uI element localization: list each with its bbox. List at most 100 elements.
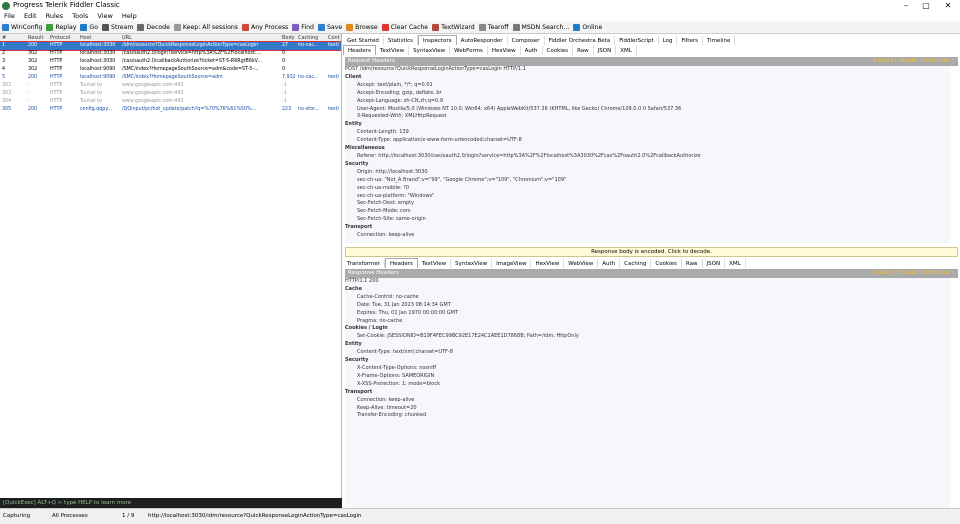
- maximize-button[interactable]: ▢: [916, 0, 936, 11]
- header-item[interactable]: Pragma: no-cache: [345, 318, 950, 326]
- header-item[interactable]: sec-ch-ua-platform: "Windows": [345, 193, 950, 201]
- response-raw-links[interactable]: [ Raw ] [ Header Definitions ]: [874, 269, 954, 278]
- menu-help[interactable]: Help: [122, 12, 137, 20]
- header-item[interactable]: Content-Type: application/x-www-form-url…: [345, 137, 950, 145]
- tab-textview[interactable]: TextView: [418, 259, 452, 268]
- request-raw-link[interactable]: [ Raw ]: [874, 58, 893, 64]
- tab-raw[interactable]: Raw: [682, 259, 703, 268]
- tab-headers[interactable]: Headers: [343, 45, 376, 55]
- response-raw-link[interactable]: [ Raw ]: [874, 270, 893, 276]
- session-row[interactable]: 305 200 HTTP config.qqpy... /QQinput/pc/hot_…: [0, 106, 341, 114]
- tab-autoresponder[interactable]: AutoResponder: [457, 36, 508, 45]
- column-header[interactable]: Host: [80, 34, 120, 42]
- header-item[interactable]: X-XSS-Protection: 1; mode=block: [345, 381, 950, 389]
- header-item[interactable]: sec-ch-ua-mobile: ?0: [345, 185, 950, 193]
- tab-raw[interactable]: Raw: [573, 46, 594, 55]
- session-row[interactable]: 303 - HTTP Tunnel to www.googleapis.com:443 -…: [0, 90, 341, 98]
- tab-cookies[interactable]: Cookies: [543, 46, 574, 55]
- tab-fiddlerscript[interactable]: FiddlerScript: [615, 36, 659, 45]
- menu-view[interactable]: View: [97, 12, 112, 20]
- toolbar-replaybutton[interactable]: Replay: [46, 21, 76, 33]
- header-item[interactable]: X-Requested-With: XMLHttpRequest: [345, 113, 950, 121]
- header-item[interactable]: Sec-Fetch-Mode: cors: [345, 208, 950, 216]
- header-item[interactable]: Keep-Alive: timeout=20: [345, 405, 950, 413]
- column-header[interactable]: #: [2, 34, 18, 42]
- close-button[interactable]: ✕: [938, 0, 958, 11]
- toolbar-clear-cachebutton[interactable]: Clear Cache: [381, 21, 428, 33]
- header-item[interactable]: Accept-Encoding: gzip, deflate, br: [345, 90, 950, 98]
- header-item[interactable]: User-Agent: Mozilla/5.0 (Windows NT 10.0…: [345, 106, 950, 114]
- session-row[interactable]: 1 200 HTTP localhost:3030/idm/resource?Quic…: [0, 41, 341, 51]
- toolbar-browsebutton[interactable]: Browse: [346, 21, 378, 33]
- toolbar-findbutton[interactable]: Find: [292, 21, 314, 33]
- column-header[interactable]: Protocol: [50, 34, 76, 42]
- column-header[interactable]: Caching: [298, 34, 326, 42]
- tab-webforms[interactable]: WebForms: [450, 46, 488, 55]
- header-item[interactable]: Connection: keep-alive: [345, 397, 950, 405]
- tab-json[interactable]: JSON: [594, 46, 617, 55]
- header-item[interactable]: Expires: Thu, 01 Jan 1970 00:00:00 GMT: [345, 310, 950, 318]
- process-filter[interactable]: All Processes: [52, 509, 88, 523]
- column-header[interactable]: Result: [28, 34, 46, 42]
- tab-filters[interactable]: Filters: [677, 36, 703, 45]
- tab-log[interactable]: Log: [659, 36, 678, 45]
- header-item[interactable]: Date: Tue, 31 Jan 2023 08:14:34 GMT: [345, 302, 950, 310]
- tab-imageview[interactable]: ImageView: [492, 259, 532, 268]
- toolbar-msdn-search-button[interactable]: MSDN Search...: [512, 21, 569, 33]
- column-header[interactable]: Body: [282, 34, 296, 42]
- tab-xml[interactable]: XML: [725, 259, 746, 268]
- tab-timeline[interactable]: Timeline: [703, 36, 736, 45]
- tab-inspectors[interactable]: Inspectors: [418, 35, 457, 45]
- header-item[interactable]: X-Content-Type-Options: nosniff: [345, 365, 950, 373]
- toolbar-keep-all-sessionsbutton[interactable]: Keep: All sessions: [173, 21, 238, 33]
- toolbar-any-processbutton[interactable]: Any Process: [242, 21, 288, 33]
- header-item[interactable]: Set-Cookie: JSESSIONID=B19F4FEC99BC92E17…: [345, 333, 950, 341]
- toolbar-gobutton[interactable]: Go: [80, 21, 98, 33]
- column-header[interactable]: URL: [122, 34, 277, 42]
- menu-tools[interactable]: Tools: [72, 12, 88, 20]
- header-item[interactable]: Transfer-Encoding: chunked: [345, 412, 950, 420]
- tab-cookies[interactable]: Cookies: [651, 259, 682, 268]
- header-item[interactable]: Origin: http://localhost:3030: [345, 169, 950, 177]
- request-defs-link[interactable]: [ Header Definitions ]: [895, 58, 954, 64]
- header-item[interactable]: Content-Type: text/xml;charset=UTF-8: [345, 349, 950, 357]
- header-item[interactable]: Sec-Fetch-Site: same-origin: [345, 216, 950, 224]
- session-row[interactable]: 2 302 HTTP localhost:3030/cas/oauth2.0/logi…: [0, 50, 341, 58]
- toolbar-decodebutton[interactable]: Decode: [137, 21, 170, 33]
- tab-json[interactable]: JSON: [703, 259, 726, 268]
- header-item[interactable]: Accept: text/plain, */*; q=0.01: [345, 82, 950, 90]
- minimize-button[interactable]: –: [896, 0, 916, 11]
- toolbar-winconfigbutton[interactable]: WinConfig: [2, 21, 42, 33]
- tab-transformer[interactable]: Transformer: [343, 259, 386, 268]
- toolbar-savebutton[interactable]: Save: [317, 21, 342, 33]
- tab-statistics[interactable]: Statistics: [384, 36, 419, 45]
- tab-xml[interactable]: XML: [616, 46, 637, 55]
- menu-rules[interactable]: Rules: [46, 12, 64, 20]
- menu-edit[interactable]: Edit: [24, 12, 37, 20]
- tab-auth[interactable]: Auth: [598, 259, 621, 268]
- session-row[interactable]: 4 302 HTTP localhost:9090/SMC/index?Homepag…: [0, 66, 341, 74]
- tab-textview[interactable]: TextView: [376, 46, 410, 55]
- toolbar-textwizardbutton[interactable]: TextWizard: [432, 21, 475, 33]
- tab-headers[interactable]: Headers: [385, 258, 418, 268]
- tab-auth[interactable]: Auth: [521, 46, 543, 55]
- header-item[interactable]: sec-ch-ua: "Not_A Brand";v="99", "Google…: [345, 177, 950, 185]
- tab-syntaxview[interactable]: SyntaxView: [409, 46, 451, 55]
- header-item[interactable]: Cache-Control: no-cache: [345, 294, 950, 302]
- tab-hexview[interactable]: HexView: [488, 46, 521, 55]
- tab-caching[interactable]: Caching: [620, 259, 652, 268]
- toolbar-streambutton[interactable]: Stream: [102, 21, 133, 33]
- column-header[interactable]: Cont: [328, 34, 341, 42]
- session-row[interactable]: 304 - HTTP Tunnel to www.googleapis.com:443 -…: [0, 98, 341, 106]
- session-row[interactable]: 302 - HTTP Tunnel to www.googleapis.com:443 -…: [0, 82, 341, 90]
- tab-syntaxview[interactable]: SyntaxView: [451, 259, 493, 268]
- request-raw-links[interactable]: [ Raw ] [ Header Definitions ]: [874, 57, 954, 66]
- tab-get-started[interactable]: Get Started: [343, 36, 384, 45]
- tab-fiddler-orchestra-beta[interactable]: Fiddler Orchestra Beta: [545, 36, 616, 45]
- header-item[interactable]: Referer: http://localhost:3030/cas/oauth…: [345, 153, 950, 161]
- header-item[interactable]: Connection: keep-alive: [345, 232, 950, 240]
- decode-notice[interactable]: Response body is encoded. Click to decod…: [345, 247, 958, 257]
- session-row[interactable]: 3 302 HTTP localhost:3030/cas/oauth2.0/call…: [0, 58, 341, 66]
- toolbar-tearoffbutton[interactable]: Tearoff: [478, 21, 509, 33]
- header-item[interactable]: Content-Length: 139: [345, 129, 950, 137]
